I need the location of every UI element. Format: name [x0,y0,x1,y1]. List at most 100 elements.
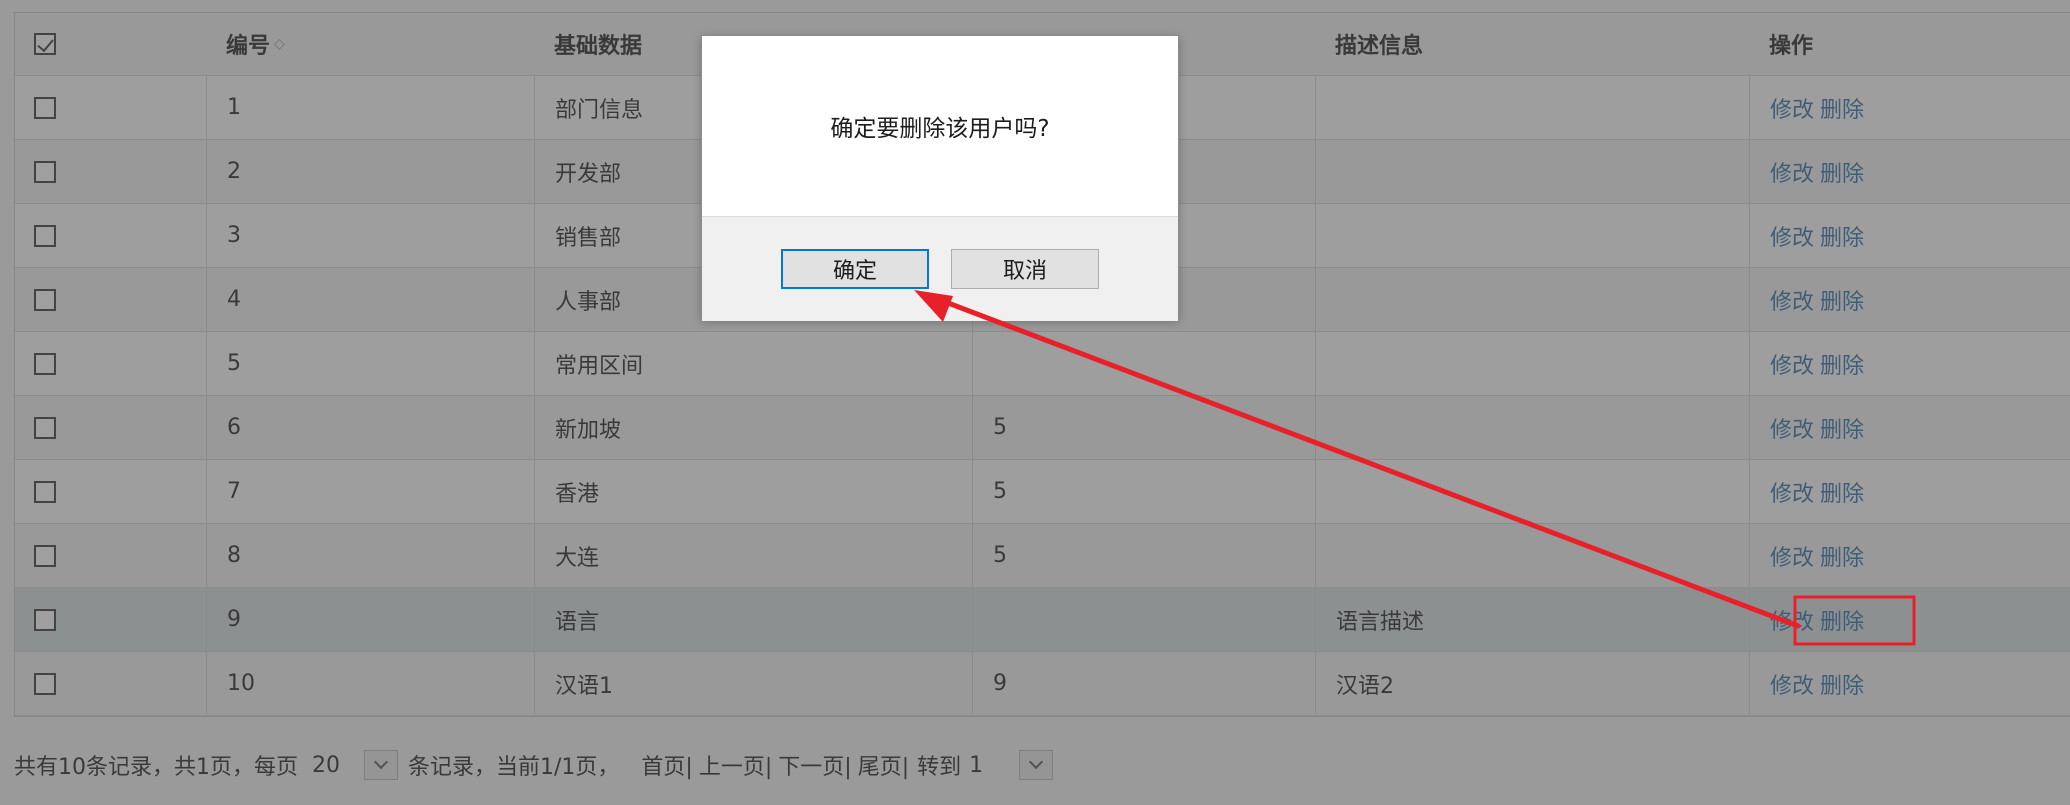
sort-icon[interactable]: ◇ [274,37,285,51]
row-actions: 修改 删除 [1749,588,2070,651]
row-actions: 修改 删除 [1749,396,2070,459]
delete-link[interactable]: 删除 [1820,92,1864,124]
delete-link[interactable]: 删除 [1820,348,1864,380]
page-size-dropdown[interactable] [364,750,398,780]
row-checkbox[interactable] [34,416,56,439]
row-value [972,332,1315,395]
delete-link[interactable]: 删除 [1820,604,1864,636]
table-row: 10 汉语1 9 汉语2 修改 删除 [15,652,2070,716]
row-check-cell [15,140,206,203]
select-all-checkbox[interactable] [34,33,56,55]
row-actions: 修改 删除 [1749,524,2070,587]
row-id: 7 [206,460,534,523]
row-id: 6 [206,396,534,459]
page-size-value: 20 [312,752,340,778]
table-row: 5 常用区间 修改 删除 [15,332,2070,396]
row-description [1315,396,1749,459]
edit-link[interactable]: 修改 [1770,92,1814,124]
row-id: 3 [206,204,534,267]
row-id: 2 [206,140,534,203]
row-description: 汉语2 [1315,652,1749,715]
row-name: 新加坡 [534,396,972,459]
cancel-button[interactable]: 取消 [951,249,1099,289]
row-value: 5 [972,524,1315,587]
delete-link[interactable]: 删除 [1820,412,1864,444]
row-id: 10 [206,652,534,715]
row-check-cell [15,652,206,715]
delete-link[interactable]: 删除 [1820,476,1864,508]
pager-summary: 共有10条记录，共1页，每页 [14,755,298,780]
row-check-cell [15,524,206,587]
edit-link[interactable]: 修改 [1770,220,1814,252]
row-id: 9 [206,588,534,651]
row-check-cell [15,332,206,395]
row-name: 常用区间 [534,332,972,395]
row-value [972,588,1315,651]
row-name: 香港 [534,460,972,523]
row-value: 9 [972,652,1315,715]
edit-link[interactable]: 修改 [1770,604,1814,636]
confirm-button[interactable]: 确定 [781,249,929,289]
header-name-label: 基础数据 [554,34,643,59]
row-checkbox[interactable] [34,96,56,119]
first-page-link[interactable]: 首页| [641,749,692,781]
header-id[interactable]: 编号 ◇ [206,13,534,75]
row-name: 语言 [534,588,972,651]
delete-link[interactable]: 删除 [1820,220,1864,252]
row-checkbox[interactable] [34,288,56,311]
row-id: 4 [206,268,534,331]
edit-link[interactable]: 修改 [1770,476,1814,508]
row-checkbox[interactable] [34,544,56,567]
row-description [1315,76,1749,139]
row-actions: 修改 删除 [1749,204,2070,267]
row-actions: 修改 删除 [1749,76,2070,139]
pager-records-current: 条记录，当前1/1页， [408,755,620,780]
edit-link[interactable]: 修改 [1770,284,1814,316]
row-id: 8 [206,524,534,587]
edit-link[interactable]: 修改 [1770,540,1814,572]
delete-link[interactable]: 删除 [1820,540,1864,572]
row-actions: 修改 删除 [1749,332,2070,395]
row-check-cell [15,396,206,459]
row-description [1315,524,1749,587]
table-row-hovered: 9 语言 语言描述 修改 删除 [15,588,2070,652]
edit-link[interactable]: 修改 [1770,412,1814,444]
row-check-cell [15,460,206,523]
row-description [1315,460,1749,523]
row-id: 1 [206,76,534,139]
row-checkbox[interactable] [34,160,56,183]
delete-link[interactable]: 删除 [1820,156,1864,188]
header-id-label: 编号 [226,34,271,59]
next-page-link[interactable]: 下一页| [778,749,851,781]
row-checkbox[interactable] [34,672,56,695]
row-checkbox[interactable] [34,352,56,375]
row-value: 5 [972,396,1315,459]
header-actions-label: 操作 [1769,34,1814,59]
header-description: 描述信息 [1315,13,1749,75]
prev-page-link[interactable]: 上一页| [699,749,772,781]
delete-link[interactable]: 删除 [1820,284,1864,316]
goto-label: 转到 [917,755,962,780]
row-actions: 修改 删除 [1749,140,2070,203]
edit-link[interactable]: 修改 [1770,156,1814,188]
goto-page-value: 1 [969,752,984,778]
row-value: 5 [972,460,1315,523]
page: 编号 ◇ 基础数据 描述信息 操作 1 部门信息 修改 删除 2 开发部 修改 … [0,0,2070,805]
edit-link[interactable]: 修改 [1770,668,1814,700]
row-name: 汉语1 [534,652,972,715]
row-checkbox[interactable] [34,608,56,631]
delete-link[interactable]: 删除 [1820,668,1864,700]
row-check-cell [15,204,206,267]
row-checkbox[interactable] [34,480,56,503]
last-page-link[interactable]: 尾页| [858,749,909,781]
table-row: 8 大连 5 修改 删除 [15,524,2070,588]
header-actions: 操作 [1749,13,2070,75]
row-description [1315,204,1749,267]
table-row: 6 新加坡 5 修改 删除 [15,396,2070,460]
header-check-cell [15,13,206,75]
row-description: 语言描述 [1315,588,1749,651]
edit-link[interactable]: 修改 [1770,348,1814,380]
row-checkbox[interactable] [34,224,56,247]
goto-page-dropdown[interactable] [1019,750,1054,780]
pagination: 共有10条记录，共1页，每页 20 条记录，当前1/1页， 首页| 上一页| 下… [14,749,1059,781]
